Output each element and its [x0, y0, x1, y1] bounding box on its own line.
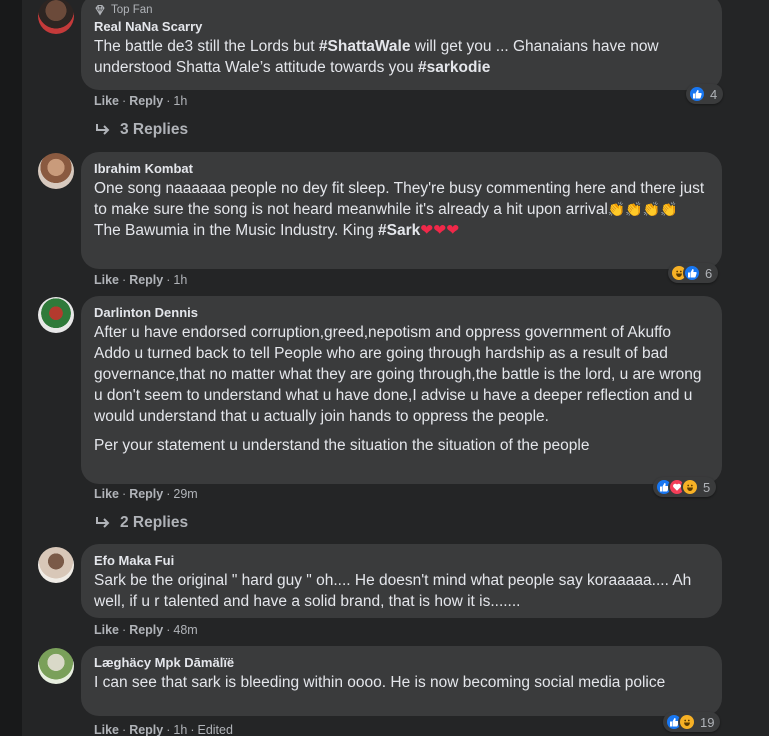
comment-text: The battle de3 still the Lords but #Shat…	[94, 38, 659, 76]
reaction-summary[interactable]: 4	[686, 84, 724, 104]
timestamp[interactable]: 29m	[173, 487, 197, 501]
reaction-summary[interactable]: 19	[663, 712, 721, 732]
replies-label: 2 Replies	[120, 514, 189, 531]
view-replies-button[interactable]: 3 Replies	[94, 121, 188, 139]
comment-text: I can see that sark is bleeding within o…	[94, 674, 666, 691]
like-icon	[683, 264, 701, 282]
haha-icon	[678, 713, 696, 731]
reaction-count: 19	[700, 714, 715, 730]
reply-arrow-icon	[96, 517, 110, 528]
avatar[interactable]	[38, 547, 74, 583]
hashtag-link[interactable]: #Sark	[378, 222, 420, 239]
comment-actions: Like · Reply · 48m	[94, 623, 198, 637]
like-button[interactable]: Like	[94, 723, 119, 736]
clapping-hands-emoji: 👏👏👏👏	[607, 201, 678, 217]
reaction-summary[interactable]: 6	[668, 263, 719, 283]
reply-button[interactable]: Reply	[129, 487, 163, 501]
reaction-count: 6	[705, 265, 713, 281]
timestamp[interactable]: 1h	[173, 94, 187, 108]
comment-bubble: Ibrahim Kombat One song naaaaaa people n…	[81, 152, 722, 269]
comment-text: Sark be the original " hard guy " oh....…	[94, 572, 692, 610]
reply-button[interactable]: Reply	[129, 94, 163, 108]
like-button[interactable]: Like	[94, 487, 119, 501]
timestamp[interactable]: 48m	[173, 623, 197, 637]
edited-label: Edited	[197, 723, 233, 736]
comment-author[interactable]: Real NaNa Scarry	[94, 18, 709, 36]
comment-actions: Like · Reply · 1h	[94, 94, 188, 108]
comment-bubble: Darlinton Dennis After u have endorsed c…	[81, 296, 722, 484]
like-button[interactable]: Like	[94, 94, 119, 108]
replies-label: 3 Replies	[120, 121, 189, 138]
comments-panel: Top Fan Real NaNa Scarry The battle de3 …	[22, 0, 769, 736]
like-button[interactable]: Like	[94, 273, 119, 287]
view-replies-button[interactable]: 2 Replies	[94, 514, 188, 532]
haha-icon	[681, 478, 699, 496]
comment-actions: Like · Reply · 29m	[94, 487, 198, 501]
hashtag-link[interactable]: #ShattaWale	[319, 38, 411, 55]
reply-button[interactable]: Reply	[129, 623, 163, 637]
avatar[interactable]	[38, 153, 74, 189]
comment-actions: Like · Reply · 1h · Edited	[94, 723, 233, 736]
timestamp[interactable]: 1h	[173, 273, 187, 287]
reaction-count: 4	[710, 86, 718, 102]
reply-button[interactable]: Reply	[129, 723, 163, 736]
like-icon	[688, 85, 706, 103]
comment-text: After u have endorsed corruption,greed,n…	[94, 324, 702, 454]
avatar[interactable]	[38, 297, 74, 333]
comment-text: One song naaaaaa people no dey fit sleep…	[94, 180, 705, 239]
comment-bubble: Efo Maka Fui Sark be the original " hard…	[81, 544, 722, 618]
avatar[interactable]	[38, 648, 74, 684]
comment-author[interactable]: Efo Maka Fui	[94, 552, 709, 570]
comment-actions: Like · Reply · 1h	[94, 273, 188, 287]
comment-author[interactable]: Darlinton Dennis	[94, 304, 709, 322]
comment-author[interactable]: Ibrahim Kombat	[94, 160, 709, 178]
reply-button[interactable]: Reply	[129, 273, 163, 287]
like-button[interactable]: Like	[94, 623, 119, 637]
timestamp[interactable]: 1h	[173, 723, 187, 736]
hashtag-link[interactable]: #sarkodie	[418, 59, 490, 76]
diamond-icon	[95, 5, 105, 16]
top-fan-badge: Top Fan	[94, 4, 709, 16]
reply-arrow-icon	[96, 124, 110, 135]
reaction-count: 5	[703, 479, 711, 495]
reaction-summary[interactable]: 5	[653, 477, 717, 497]
comment-bubble: Top Fan Real NaNa Scarry The battle de3 …	[81, 0, 722, 90]
comment-author[interactable]: Læghäcy Mpk Dāmälïë	[94, 654, 709, 672]
comment-bubble: Læghäcy Mpk Dāmälïë I can see that sark …	[81, 646, 722, 716]
badge-label: Top Fan	[111, 4, 153, 16]
heart-emoji: ❤❤❤	[420, 222, 460, 239]
avatar[interactable]	[38, 0, 74, 34]
